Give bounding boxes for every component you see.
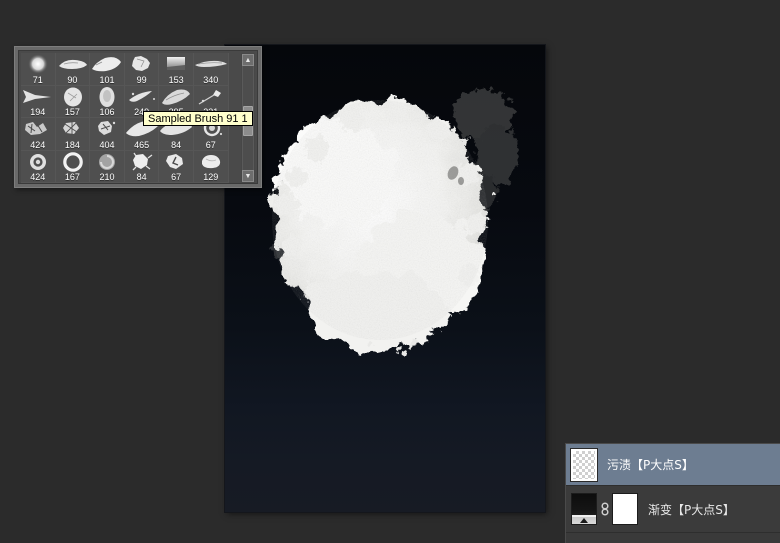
brush-preset-cell[interactable]: 404 — [90, 118, 125, 151]
transparency-checker — [573, 450, 595, 479]
flat-leaf-icon — [56, 53, 90, 75]
brush-size-label: 67 — [171, 172, 182, 182]
brush-size-label: 340 — [203, 74, 219, 85]
wedge-horn-icon — [21, 86, 55, 108]
brush-size-label: 84 — [136, 172, 147, 182]
brush-preset-cell[interactable]: 129 — [193, 150, 229, 183]
donut-ring-icon — [21, 151, 55, 173]
long-streak-icon — [194, 53, 228, 75]
brush-size-label: 424 — [30, 172, 46, 182]
layer-name: 污渍【P大点S】 — [607, 458, 694, 472]
brush-size-label: 67 — [205, 139, 216, 150]
ink-splash-icon — [90, 118, 124, 140]
brush-preset-cell[interactable]: 90 — [55, 53, 91, 86]
brush-size-label: 101 — [99, 74, 115, 85]
oval-texture-icon — [90, 86, 124, 108]
brush-preset-cell[interactable]: 67 — [159, 150, 194, 183]
brush-size-label: 106 — [99, 107, 115, 117]
brush-size-label: 404 — [99, 139, 115, 150]
scroll-down-arrow[interactable]: ▼ — [242, 170, 254, 182]
small-splatter-icon — [194, 86, 228, 108]
brush-preset-cell[interactable]: 340 — [193, 53, 229, 86]
gradient-bar — [572, 515, 596, 517]
brush-size-label: 424 — [30, 139, 46, 150]
brush-preset-cell[interactable]: 106 — [90, 85, 125, 118]
cloud-blob-icon — [194, 151, 228, 173]
fuzzy-blob-icon — [125, 151, 159, 173]
brush-preset-cell[interactable]: 184 — [55, 118, 91, 151]
layer-row[interactable]: 渐变【P大点S】 — [566, 486, 780, 533]
ink-stain-shape — [272, 89, 519, 354]
layer-thumbnail-wrap — [570, 447, 598, 482]
square-smear-icon — [159, 53, 193, 75]
layer-thumbnail-wrap — [571, 493, 638, 525]
chaotic-spray-icon — [21, 118, 55, 140]
brush-preset-cell[interactable]: 424 — [21, 118, 56, 151]
burst-spray-icon — [56, 118, 90, 140]
layer-mask-thumbnail[interactable] — [612, 493, 638, 525]
brush-size-label: 194 — [30, 107, 46, 117]
torn-blob-icon — [159, 151, 193, 173]
round-speckle-icon — [56, 86, 90, 108]
soft-swirl-icon — [90, 151, 124, 173]
layer-thumbnail[interactable] — [571, 493, 597, 525]
pointed-leaf-icon — [90, 53, 124, 75]
brush-preset-cell[interactable]: 153 — [159, 53, 194, 86]
brush-size-label: 153 — [168, 74, 184, 85]
soft-round-icon — [21, 53, 55, 75]
brush-preset-cell[interactable]: 101 — [90, 53, 125, 86]
brush-preset-cell[interactable]: 210 — [90, 150, 125, 183]
brush-preset-cell[interactable]: 84 — [124, 150, 160, 183]
brush-size-label: 84 — [171, 139, 182, 150]
thick-ring-icon — [56, 151, 90, 173]
layer-thumbnail[interactable] — [570, 447, 598, 482]
gradient-preview — [572, 494, 596, 524]
brush-size-label: 71 — [32, 74, 43, 85]
brush-size-label: 129 — [203, 172, 219, 182]
link-icon[interactable] — [599, 493, 610, 525]
scroll-up-arrow[interactable]: ▲ — [242, 54, 254, 66]
brush-size-label: 210 — [99, 172, 115, 182]
brush-size-label: 99 — [136, 74, 147, 85]
layer-name: 渐变【P大点S】 — [648, 502, 735, 517]
canvas-stain-layer — [225, 45, 545, 512]
scatter-wing-icon — [125, 86, 159, 108]
brush-preset-cell[interactable]: 71 — [21, 53, 56, 86]
brush-size-label: 465 — [134, 139, 150, 150]
brush-preset-cell[interactable]: 157 — [55, 85, 91, 118]
brush-preset-cell[interactable]: 99 — [124, 53, 160, 86]
brush-preset-cell[interactable]: 194 — [21, 85, 56, 118]
brush-preset-cell[interactable]: 167 — [55, 150, 91, 183]
brush-size-label: 157 — [64, 107, 80, 117]
brush-size-label: 167 — [64, 172, 80, 182]
crumpled-blot-icon — [125, 53, 159, 75]
document-canvas[interactable] — [225, 45, 545, 512]
brush-row: 71 90 101 99 153 340 — [21, 53, 229, 86]
gradient-marker-icon — [580, 518, 588, 523]
brush-row: 424 167 210 84 67 129 — [21, 150, 229, 183]
angled-leaf-icon — [159, 86, 193, 108]
brush-preset-cell[interactable]: 424 — [21, 150, 56, 183]
brush-tooltip: Sampled Brush 91 1 — [143, 111, 253, 126]
brush-size-label: 184 — [64, 139, 80, 150]
brush-size-label: 90 — [67, 74, 78, 85]
layers-panel[interactable]: 污渍【P大点S】 渐变【P大点S】 — [565, 443, 780, 543]
layer-row[interactable]: 污渍【P大点S】 — [566, 444, 780, 486]
